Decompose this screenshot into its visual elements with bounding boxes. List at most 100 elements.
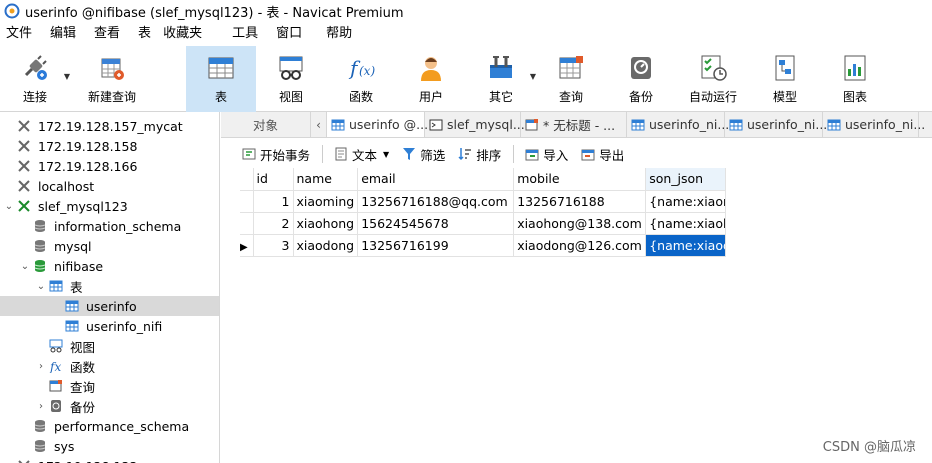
column-header-name[interactable]: name bbox=[293, 168, 359, 191]
database-icon bbox=[32, 438, 48, 454]
cell-son-json[interactable]: {name:xiaomi bbox=[645, 190, 727, 213]
table-subtoolbar: 开始事务 文本 ▼ 筛选 排序 导入 导出 bbox=[221, 140, 932, 168]
toolbar-table-button[interactable]: 表 bbox=[186, 46, 256, 112]
expand-open-icon[interactable]: ⌄ bbox=[18, 261, 32, 272]
toolbar-user-button[interactable]: 用户 bbox=[396, 46, 466, 112]
toolbar-new-query-button[interactable]: 新建查询 bbox=[70, 46, 154, 112]
tab-2[interactable]: slef_mysql... bbox=[425, 112, 525, 137]
nav-item-label: userinfo_nifi bbox=[86, 318, 163, 334]
nav-item-172-19-128-158[interactable]: 172.19.128.158 bbox=[0, 136, 219, 156]
cell-email[interactable]: 13256716199 bbox=[357, 234, 515, 257]
menu-bar: 文件 编辑 查看 表 收藏夹 工具 窗口 帮助 bbox=[0, 22, 932, 46]
cell-id[interactable]: 2 bbox=[253, 212, 294, 235]
cell-son-json[interactable]: {name:xiaoho bbox=[645, 212, 727, 235]
query-icon bbox=[555, 52, 587, 84]
view-icon bbox=[275, 52, 307, 84]
nav-item-sys[interactable]: sys bbox=[0, 436, 219, 456]
menu-view[interactable]: 查看 bbox=[88, 22, 132, 46]
tab-6[interactable]: userinfo_ni... bbox=[823, 112, 925, 137]
toolbar-function-button[interactable]: f (x) 函数 bbox=[326, 46, 396, 112]
nav-item-queries-folder[interactable]: 查询 bbox=[0, 376, 219, 396]
toolbar-chart-button[interactable]: 图表 bbox=[820, 46, 890, 112]
cell-email[interactable]: 15624545678 bbox=[357, 212, 515, 235]
nav-item-userinfo-nifi[interactable]: userinfo_nifi bbox=[0, 316, 219, 336]
table-row[interactable]: 2 xiaohong 15624545678 xiaohong@138.com … bbox=[240, 212, 727, 235]
table-row[interactable]: 1 xiaoming 13256716188@qq.com 1325671618… bbox=[240, 190, 727, 213]
nav-item-performance-schema[interactable]: performance_schema bbox=[0, 416, 219, 436]
row-marker[interactable] bbox=[240, 190, 254, 213]
column-header-id[interactable]: id bbox=[253, 168, 294, 191]
sort-icon bbox=[457, 146, 473, 162]
begin-transaction-icon bbox=[241, 146, 257, 162]
nav-item-172-19-128-166[interactable]: 172.19.128.166 bbox=[0, 156, 219, 176]
cell-email[interactable]: 13256716188@qq.com bbox=[357, 190, 515, 213]
cell-name[interactable]: xiaoming bbox=[293, 190, 359, 213]
column-header-son-json[interactable]: son_json bbox=[645, 168, 727, 191]
toolbar-other-label: 其它 bbox=[488, 90, 513, 104]
cell-son-json-selected[interactable]: {name:xiaodo bbox=[645, 234, 727, 257]
cell-id[interactable]: 3 bbox=[253, 234, 294, 257]
nav-item-172-19-128-157-mycat[interactable]: 172.19.128.157_mycat bbox=[0, 116, 219, 136]
nav-item-nifibase[interactable]: ⌄ nifibase bbox=[0, 256, 219, 276]
tab-5[interactable]: userinfo_ni... bbox=[725, 112, 827, 137]
toolbar-backup-button[interactable]: 备份 bbox=[606, 46, 676, 112]
import-button[interactable]: 导入 bbox=[524, 145, 568, 164]
menu-table[interactable]: 表 bbox=[132, 22, 157, 46]
toolbar-schedule-label: 自动运行 bbox=[688, 90, 737, 104]
sort-button[interactable]: 排序 bbox=[457, 145, 501, 164]
nav-item-localhost[interactable]: localhost bbox=[0, 176, 219, 196]
column-header-email[interactable]: email bbox=[357, 168, 515, 191]
column-header-mobile[interactable]: mobile bbox=[513, 168, 647, 191]
nav-item-label: 表 bbox=[70, 279, 83, 295]
cell-mobile[interactable]: 13256716188 bbox=[513, 190, 647, 213]
tab-label: userinfo_ni... bbox=[649, 117, 730, 132]
tab-3[interactable]: * 无标题 - ... bbox=[521, 112, 627, 137]
row-marker[interactable] bbox=[240, 212, 254, 235]
menu-window[interactable]: 窗口 bbox=[270, 22, 320, 46]
expand-closed-icon[interactable]: › bbox=[34, 401, 48, 412]
toolbar-connect-button[interactable]: 连接 ▼ bbox=[0, 46, 70, 112]
toolbar-view-button[interactable]: 视图 bbox=[256, 46, 326, 112]
nav-item-views-folder[interactable]: 视图 bbox=[0, 336, 219, 356]
nav-item-tables-folder[interactable]: ⌄ 表 bbox=[0, 276, 219, 296]
table-row[interactable]: ▶ 3 xiaodong 13256716199 xiaodong@126.co… bbox=[240, 234, 727, 257]
tables-folder-icon bbox=[48, 278, 64, 294]
current-row-marker[interactable]: ▶ bbox=[240, 234, 254, 257]
tab-objects[interactable]: 对象 bbox=[221, 112, 311, 137]
tab-1[interactable]: userinfo @... bbox=[327, 112, 428, 137]
cell-name[interactable]: xiaodong bbox=[293, 234, 359, 257]
expand-open-icon[interactable]: ⌄ bbox=[34, 281, 48, 292]
menu-file[interactable]: 文件 bbox=[0, 22, 44, 46]
toolbar-model-button[interactable]: 模型 bbox=[750, 46, 820, 112]
tab-scroll-left-icon[interactable]: ‹ bbox=[311, 112, 327, 137]
text-view-button[interactable]: 文本 ▼ bbox=[333, 145, 389, 164]
menu-favorites[interactable]: 收藏夹 bbox=[157, 22, 226, 46]
nav-item-label: 视图 bbox=[70, 339, 96, 355]
menu-edit[interactable]: 编辑 bbox=[44, 22, 88, 46]
nav-item-172-19-128-133[interactable]: ›172.19.128.133 bbox=[0, 456, 219, 463]
toolbar-schedule-button[interactable]: 自动运行 bbox=[676, 46, 750, 112]
nav-item-information-schema[interactable]: information_schema bbox=[0, 216, 219, 236]
toolbar-table-label: 表 bbox=[214, 90, 227, 104]
toolbar-gap bbox=[154, 46, 186, 111]
chevron-down-icon[interactable]: ▼ bbox=[383, 150, 389, 159]
nav-item-userinfo[interactable]: userinfo bbox=[0, 296, 219, 316]
export-button[interactable]: 导出 bbox=[580, 145, 624, 164]
nav-item-backups-folder[interactable]: › 备份 bbox=[0, 396, 219, 416]
tab-4[interactable]: userinfo_ni... bbox=[627, 112, 729, 137]
cell-name[interactable]: xiaohong bbox=[293, 212, 359, 235]
cell-id[interactable]: 1 bbox=[253, 190, 294, 213]
nav-item-functions-folder[interactable]: › fx 函数 bbox=[0, 356, 219, 376]
expand-open-icon[interactable]: ⌄ bbox=[2, 201, 16, 212]
expand-closed-icon[interactable]: › bbox=[34, 361, 48, 372]
nav-item-mysql[interactable]: mysql bbox=[0, 236, 219, 256]
nav-item-slef-mysql123[interactable]: ⌄ slef_mysql123 bbox=[0, 196, 219, 216]
toolbar-query-button[interactable]: 查询 bbox=[536, 46, 606, 112]
menu-help[interactable]: 帮助 bbox=[320, 22, 364, 46]
menu-tools[interactable]: 工具 bbox=[226, 22, 270, 46]
cell-mobile[interactable]: xiaohong@138.com bbox=[513, 212, 647, 235]
begin-transaction-button[interactable]: 开始事务 bbox=[241, 145, 310, 164]
toolbar-other-button[interactable]: 其它 ▼ bbox=[466, 46, 536, 112]
filter-button[interactable]: 筛选 bbox=[401, 145, 445, 164]
cell-mobile[interactable]: xiaodong@126.com bbox=[513, 234, 647, 257]
